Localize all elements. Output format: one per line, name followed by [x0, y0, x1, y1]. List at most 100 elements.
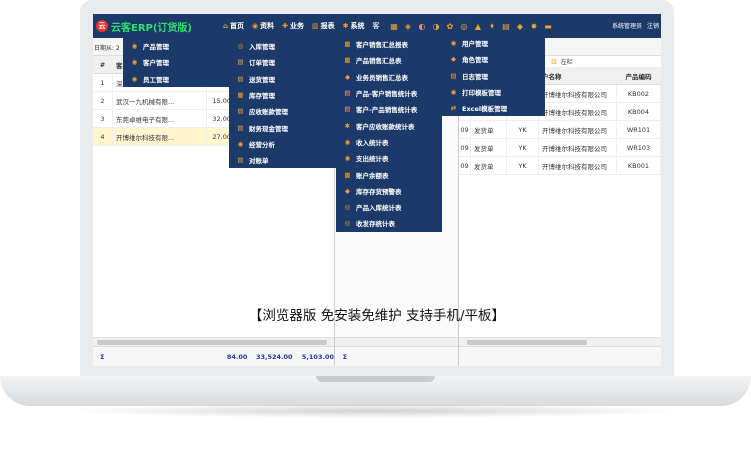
menu-item-label: 入库管理: [249, 43, 275, 52]
nav-icon: ✚: [282, 22, 288, 30]
menu-item[interactable]: ▦ 库存管理: [229, 87, 337, 103]
menu-item[interactable]: ✱ 客户应收账款统计表: [336, 117, 442, 133]
menu-item-label: 订单管理: [249, 59, 275, 68]
menu-item-label: 日志管理: [462, 72, 488, 81]
menu-item[interactable]: ▦ 客户销售汇总报表: [336, 36, 442, 52]
menu-item[interactable]: ▦ 产品销售汇总表: [336, 52, 442, 68]
mid-summary-row: Σ: [335, 346, 458, 366]
menu-item[interactable]: ◆ 业务员销售汇总表: [336, 69, 442, 85]
menu-item[interactable]: ◉ 收入统计表: [336, 134, 442, 150]
logout-link[interactable]: 注销: [647, 21, 659, 30]
menu-item[interactable]: ⇄ Excel模板管理: [442, 100, 545, 116]
menu-item[interactable]: ◉ 经营分析: [229, 136, 337, 152]
menu-item[interactable]: ▦ 账户余额表: [336, 166, 442, 182]
row-customer: 开博维尔科技有限公司: [539, 121, 617, 138]
nav-item-extra[interactable]: 客: [373, 21, 380, 31]
toolbar-icon[interactable]: ▦: [390, 22, 399, 31]
menu-item-icon: ▦: [344, 40, 351, 49]
table-row[interactable]: 09 发货单 YK 开博维尔科技有限公司 WR101: [459, 121, 661, 139]
row-customer: 武汉一九机械有限...: [113, 92, 207, 109]
menu-item-icon: ◆: [451, 55, 456, 64]
right-scroll-thumb[interactable]: [467, 340, 587, 345]
row-index: 3: [93, 110, 113, 127]
col-customer-name[interactable]: 户名称: [539, 67, 617, 84]
menu-item[interactable]: ◎ 入库管理: [229, 38, 337, 54]
nav-item-3[interactable]: ▥ 报表: [312, 21, 335, 31]
nav-label: 报表: [320, 22, 335, 30]
left-scrollbar[interactable]: [93, 337, 334, 346]
row-customer: 开博维尔科技有限公司: [539, 103, 617, 120]
menu-item-label: 财务现金管理: [249, 124, 288, 133]
nav-item-0[interactable]: ⌂ 首页: [223, 21, 244, 31]
menu-item[interactable]: ◉ 用户管理: [442, 35, 545, 51]
table-row[interactable]: 09 发货单 YK 开博维尔科技有限公司 KB001: [459, 157, 661, 175]
menu-item[interactable]: ◉ 支出统计表: [336, 150, 442, 166]
menu-item-label: 产品销售汇总表: [356, 57, 402, 66]
toolbar-icon[interactable]: ◎: [460, 22, 469, 31]
nav-item-4[interactable]: ✱ 系统: [343, 21, 365, 31]
nav-icon: ✱: [342, 22, 349, 30]
menu-item[interactable]: ▤ 对账单: [229, 152, 337, 168]
toolbar-icons: ▦ ◈ ◐ ◑ ✿ ◎ ▲ ⬧ ▤ ◆ ✸ ▬: [390, 21, 558, 31]
mid-scrollbar[interactable]: [335, 337, 458, 346]
right-summary-row: [459, 346, 661, 366]
menu-item[interactable]: ◆ 库存存货预警表: [336, 183, 442, 199]
menu-item-label: 收发存统计表: [356, 220, 395, 229]
menu-item-label: Excel模板管理: [462, 105, 508, 114]
left-scroll-thumb[interactable]: [97, 340, 327, 345]
nav-icon: ◉: [252, 22, 259, 30]
toolbar-icon[interactable]: ◐: [418, 22, 427, 31]
row-customer: 东莞卓维电子有限...: [113, 110, 207, 127]
laptop-base: [0, 376, 751, 406]
menu-item[interactable]: ▤ 客户-产品销售统计表: [336, 101, 442, 117]
menu-item[interactable]: ◉ 产品管理: [123, 38, 231, 54]
menu-item[interactable]: ◆ 角色管理: [442, 51, 545, 67]
menu-item[interactable]: ◎ 收发存统计表: [336, 215, 442, 231]
nav-item-2[interactable]: ✚ 业务: [282, 21, 304, 31]
menu-item[interactable]: ◉ 打印模板管理: [442, 84, 545, 100]
toolbar-icon[interactable]: ▲: [474, 22, 483, 31]
menu-item[interactable]: ◉ 员工管理: [123, 71, 231, 87]
menu-item-label: 库存管理: [249, 92, 275, 101]
right-scrollbar[interactable]: [459, 337, 661, 346]
nav-icon: ▥: [312, 22, 319, 30]
menu-item-icon: ▤: [237, 74, 244, 83]
menu-item[interactable]: ▤ 送货管理: [229, 71, 337, 87]
menu-item-icon: ▤: [450, 71, 457, 80]
menu-item[interactable]: ▤ 应收账款管理: [229, 103, 337, 119]
toolbar-icon[interactable]: ✸: [530, 22, 539, 31]
sum-symbol: Σ: [100, 352, 105, 361]
menu-item-icon: ◉: [131, 58, 138, 67]
menu-item-icon: ▦: [344, 56, 351, 65]
table-row[interactable]: 09 发货单 YK 开博维尔科技有限公司 WR103: [459, 139, 661, 157]
col-index: #: [93, 56, 113, 73]
menu-item[interactable]: ▤ 产品-客户销售统计表: [336, 85, 442, 101]
menu-item-icon: ◉: [344, 154, 351, 163]
toolbar-icon[interactable]: ✿: [446, 22, 455, 31]
user-name-link[interactable]: 系统管理员: [612, 21, 642, 30]
toolbar-icon[interactable]: ⬧: [488, 21, 497, 31]
nav-label: 资料: [260, 22, 275, 30]
app-logo[interactable]: 云 云客ERP(订货版): [93, 19, 213, 34]
left-panel-tab[interactable]: 左栏: [561, 57, 573, 66]
toolbar-icon[interactable]: ◈: [404, 22, 413, 31]
menu-item-icon: ◉: [344, 137, 351, 146]
menu-item-label: 对账单: [249, 157, 269, 166]
menu-item[interactable]: ◎ 产品入库统计表: [336, 199, 442, 215]
col-product-code[interactable]: 产品编码: [617, 67, 661, 84]
menu-item[interactable]: ▤ 订单管理: [229, 54, 337, 70]
menu-item-icon: ▤: [237, 123, 244, 132]
menu-item-icon: ▤: [237, 156, 244, 165]
row-op: YK: [507, 139, 539, 156]
menu-item-label: 业务员销售汇总表: [356, 73, 408, 82]
left-panel-icon: ▥: [551, 57, 557, 65]
toolbar-icon[interactable]: ◆: [516, 22, 525, 31]
toolbar-icon[interactable]: ▤: [502, 22, 511, 31]
nav-label: 业务: [290, 22, 304, 30]
toolbar-icon[interactable]: ▬: [544, 22, 553, 31]
toolbar-icon[interactable]: ◑: [432, 22, 441, 31]
menu-item[interactable]: ▤ 财务现金管理: [229, 119, 337, 135]
nav-item-1[interactable]: ◉ 资料: [252, 21, 274, 31]
menu-item[interactable]: ◉ 客户管理: [123, 54, 231, 70]
menu-item[interactable]: ▤ 日志管理: [442, 68, 545, 84]
